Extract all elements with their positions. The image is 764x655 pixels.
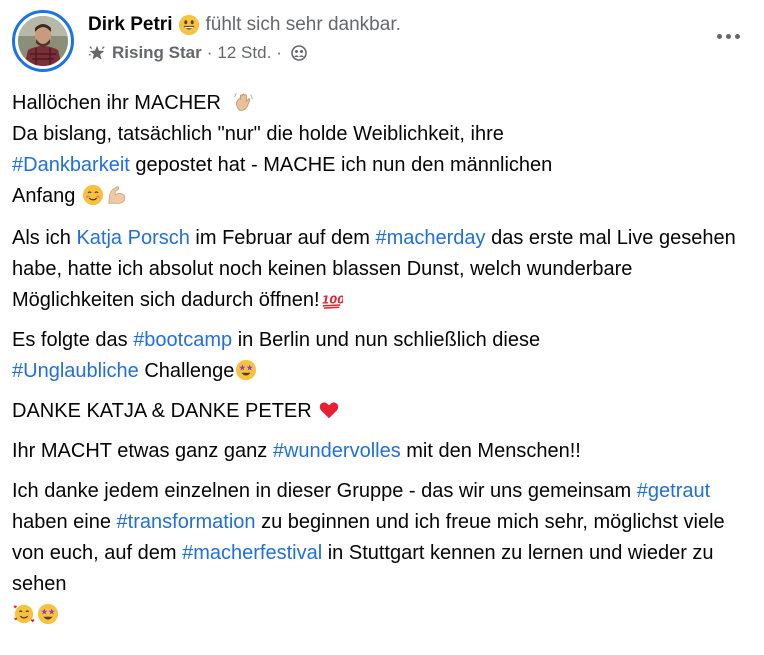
star-struck-emoji-icon [235, 359, 257, 381]
flexed-biceps-emoji-icon [106, 184, 128, 206]
intro-continued: gepostet hat - MACHE ich nun den männlic… [129, 154, 553, 176]
post-timestamp[interactable]: 12 Std. [217, 42, 271, 64]
p5-text-b: mit den Menschen!! [400, 440, 581, 462]
rising-star-badge[interactable]: Rising Star [112, 42, 202, 64]
author-line: Dirk Petri fühlt sich sehr dankbar. [88, 12, 401, 38]
hashtag-macherfestival[interactable]: #macherfestival [182, 542, 322, 564]
hashtag-dankbarkeit[interactable]: #Dankbarkeit [12, 154, 130, 176]
paragraph-3: Es folgte das #bootcamp in Berlin und nu… [12, 325, 752, 387]
separator-dot: · [206, 43, 213, 62]
p6-text-a: Ich danke jedem einzelnen in dieser Grup… [12, 480, 637, 502]
group-audience-icon[interactable] [291, 45, 307, 61]
p3-text-a: Es folgte das [12, 329, 134, 351]
post-text: Hallöchen ihr MACHER Da bislang, tatsäch… [12, 88, 752, 640]
separator-dot: · [276, 43, 282, 62]
smiling-face-with-hearts-emoji-icon [13, 603, 35, 625]
waving-hand-emoji-icon [233, 91, 255, 113]
paragraph-2: Als ich Katja Porsch im Februar auf dem … [12, 223, 752, 316]
hundred-points-emoji-icon: 100 [321, 288, 345, 310]
hashtag-unglaubliche[interactable]: #Unglaubliche [12, 360, 139, 382]
p2-text-b: im Februar auf dem [189, 227, 376, 249]
more-dot [734, 33, 740, 39]
post-meta: Dirk Petri fühlt sich sehr dankbar. Risi… [88, 12, 401, 64]
paragraph-6: Ich danke jedem einzelnen in dieser Grup… [12, 476, 752, 631]
more-dot [725, 33, 731, 39]
smiling-face-emoji-icon [82, 184, 104, 206]
star-badge-icon [88, 44, 106, 62]
red-heart-emoji-icon [318, 399, 340, 421]
hashtag-macherday[interactable]: #macherday [375, 227, 485, 249]
hashtag-wundervolles[interactable]: #wundervolles [273, 440, 401, 462]
avatar-image [18, 16, 68, 66]
author-avatar[interactable] [12, 10, 74, 72]
star-struck-emoji-icon [37, 603, 59, 625]
more-dot [716, 33, 722, 39]
paragraph-5: Ihr MACHT etwas ganz ganz #wundervolles … [12, 436, 752, 467]
p3-text-c: Challenge [138, 360, 235, 382]
p2-text-a: Als ich [12, 227, 77, 249]
hashtag-getraut[interactable]: #getraut [637, 480, 710, 502]
greeting: Hallöchen ihr MACHER [12, 92, 221, 114]
mention-katja-porsch[interactable]: Katja Porsch [76, 227, 189, 249]
grinning-face-emoji-icon [178, 14, 200, 36]
intro-end: Anfang [12, 185, 76, 207]
hashtag-transformation[interactable]: #transformation [117, 511, 256, 533]
paragraph-1: Hallöchen ihr MACHER Da bislang, tatsäch… [12, 88, 752, 212]
author-name[interactable]: Dirk Petri [88, 12, 172, 38]
feeling-text: fühlt sich sehr dankbar. [205, 14, 401, 35]
hashtag-bootcamp[interactable]: #bootcamp [133, 329, 232, 351]
paragraph-4: DANKE KATJA & DANKE PETER [12, 396, 752, 427]
meta-line: Rising Star · 12 Std. · [88, 42, 401, 64]
p5-text-a: Ihr MACHT etwas ganz ganz [12, 440, 273, 462]
p6-text-b: haben eine [12, 511, 117, 533]
avatar-photo [18, 16, 68, 66]
more-options-button[interactable] [710, 22, 746, 50]
p3-text-b: in Berlin und nun schließlich diese [232, 329, 541, 351]
post-header: Dirk Petri fühlt sich sehr dankbar. Risi… [12, 10, 752, 72]
intro-line: Da bislang, tatsächlich "nur" die holde … [12, 123, 504, 145]
thanks-text: DANKE KATJA & DANKE PETER [12, 400, 318, 422]
